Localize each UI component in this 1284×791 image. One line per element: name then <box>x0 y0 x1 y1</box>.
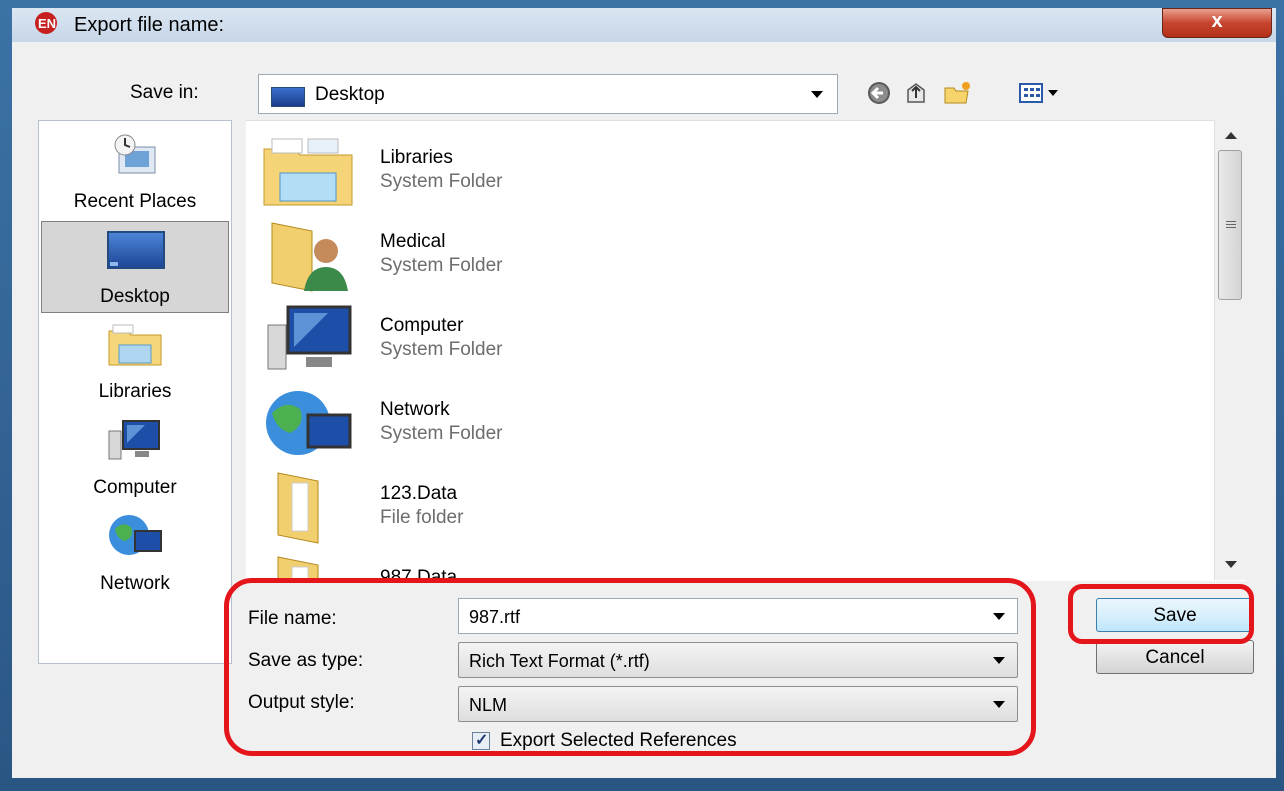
file-type: System Folder <box>380 171 503 192</box>
place-network[interactable]: Network <box>39 507 231 599</box>
file-list[interactable]: Libraries System Folder Medical System F… <box>246 120 1246 581</box>
dialog-client: Save in: Desktop Recent Places Desktop L… <box>12 42 1276 778</box>
libraries-icon <box>108 324 162 366</box>
place-libraries[interactable]: Libraries <box>39 315 231 407</box>
save-in-value: Desktop <box>315 84 385 105</box>
chevron-down-icon <box>993 701 1005 708</box>
grip-icon <box>1226 221 1236 222</box>
places-bar: Recent Places Desktop Libraries Computer… <box>38 120 232 664</box>
file-item-libraries[interactable]: Libraries System Folder <box>254 127 754 211</box>
place-recent-places[interactable]: Recent Places <box>39 125 231 217</box>
back-icon[interactable] <box>864 78 894 108</box>
scroll-down-icon[interactable] <box>1225 561 1237 568</box>
vertical-scrollbar[interactable] <box>1214 120 1247 580</box>
recent-places-icon <box>114 134 156 174</box>
file-name: Network <box>380 399 450 420</box>
computer-icon <box>108 420 160 460</box>
file-name: 123.Data <box>380 483 458 504</box>
checkmark-icon: ✓ <box>475 732 489 749</box>
file-name: Computer <box>380 315 464 336</box>
title-bar: EN Export file name: x <box>12 8 1276 42</box>
file-name-field[interactable]: 987.rtf <box>458 598 1018 634</box>
view-menu-icon[interactable] <box>1016 78 1076 108</box>
save-button-label: Save <box>1153 605 1197 626</box>
network-icon <box>109 515 162 555</box>
file-item-123-data[interactable]: 123.Data File folder <box>254 463 754 547</box>
place-label: Libraries <box>98 381 172 402</box>
app-icon: EN <box>35 12 57 34</box>
desktop-icon <box>271 87 305 107</box>
window-frame: EN Export file name: x Save in: Desktop <box>0 0 1284 791</box>
new-folder-icon[interactable] <box>942 78 972 108</box>
computer-icon <box>267 305 352 370</box>
user-folder-icon <box>271 222 348 292</box>
window-title: Export file name: <box>74 14 225 36</box>
libraries-folder-icon <box>263 138 353 206</box>
network-icon <box>266 391 352 455</box>
place-label: Desktop <box>100 286 170 307</box>
save-button[interactable]: Save <box>1096 598 1254 632</box>
file-type: System Folder <box>380 255 503 276</box>
folder-icon <box>277 472 319 544</box>
save-as-type-label: Save as type: <box>248 650 364 671</box>
scroll-up-icon[interactable] <box>1225 132 1237 139</box>
place-computer[interactable]: Computer <box>39 411 231 503</box>
scroll-thumb[interactable] <box>1218 150 1242 300</box>
file-item-network[interactable]: Network System Folder <box>254 379 754 463</box>
place-desktop[interactable]: Desktop <box>41 221 229 313</box>
cancel-button[interactable]: Cancel <box>1096 640 1254 674</box>
svg-text:EN: EN <box>38 16 56 31</box>
place-label: Network <box>100 573 170 594</box>
save-as-type-dropdown[interactable]: Rich Text Format (*.rtf) <box>458 642 1018 678</box>
close-button[interactable]: x <box>1162 8 1272 38</box>
file-type: File folder <box>380 507 464 528</box>
output-style-dropdown[interactable]: NLM <box>458 686 1018 722</box>
file-type: System Folder <box>380 423 503 444</box>
file-item-987-data[interactable]: 987.Data <box>254 547 754 581</box>
close-icon: x <box>1211 10 1223 32</box>
chevron-down-icon <box>811 91 823 98</box>
output-style-value: NLM <box>469 695 508 715</box>
file-name: Medical <box>380 231 446 252</box>
file-type: System Folder <box>380 339 503 360</box>
output-style-label: Output style: <box>248 692 355 713</box>
save-in-dropdown[interactable]: Desktop <box>258 74 838 114</box>
export-selected-label[interactable]: Export Selected References <box>500 730 737 752</box>
up-folder-icon[interactable] <box>902 78 932 108</box>
desktop-icon <box>107 231 165 269</box>
file-name-value: 987.rtf <box>469 607 521 627</box>
save-in-label: Save in: <box>130 82 199 103</box>
chevron-down-icon[interactable] <box>993 613 1005 620</box>
place-label: Recent Places <box>73 191 197 212</box>
chevron-down-icon <box>993 657 1005 664</box>
cancel-button-label: Cancel <box>1145 647 1205 668</box>
file-item-medical[interactable]: Medical System Folder <box>254 211 754 295</box>
save-as-type-value: Rich Text Format (*.rtf) <box>469 651 650 671</box>
place-label: Computer <box>93 477 177 498</box>
folder-icon <box>277 556 319 581</box>
export-selected-checkbox[interactable]: ✓ <box>472 732 490 750</box>
file-name-label: File name: <box>248 608 337 629</box>
file-name: Libraries <box>380 147 453 168</box>
file-name: 987.Data <box>380 567 458 581</box>
file-item-computer[interactable]: Computer System Folder <box>254 295 754 379</box>
